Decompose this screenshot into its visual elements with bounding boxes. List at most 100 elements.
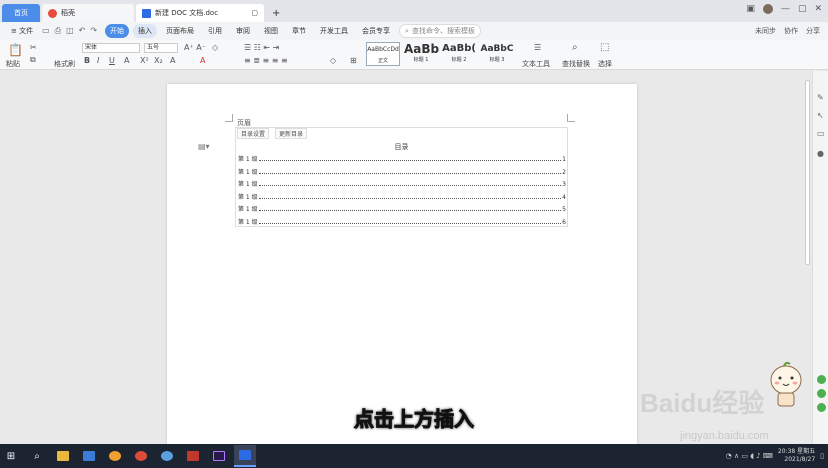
toc-settings-button[interactable]: 目录设置	[237, 128, 270, 139]
toc-row-page: 3	[562, 181, 566, 188]
border-icon[interactable]: ⊞	[350, 56, 357, 65]
menu-member[interactable]: 会员专享	[357, 24, 395, 38]
toc-dots	[258, 223, 562, 224]
sync-status[interactable]: 未同步	[755, 26, 776, 36]
panel-icon[interactable]: ▭	[817, 129, 825, 138]
find-replace-button[interactable]: 查找替换	[562, 59, 590, 69]
toc-row[interactable]: 第 1 级 6	[238, 217, 566, 226]
font-color-icon[interactable]: A	[200, 56, 205, 65]
collaborate-button[interactable]: 协作	[784, 26, 798, 36]
style-heading-1[interactable]: AaBb 标题 1	[404, 42, 439, 66]
taskbar-wps[interactable]	[234, 445, 256, 467]
taskbar-app-globe[interactable]	[156, 445, 178, 467]
paste-icon[interactable]: 📋	[8, 43, 23, 57]
format-painter-button[interactable]: 格式刷	[54, 59, 75, 69]
toc-toolbar: 目录设置 更新目录	[237, 128, 308, 139]
superscript-icon[interactable]: X²	[140, 56, 149, 65]
style-heading-3[interactable]: AaBbC 标题 3	[480, 42, 514, 66]
preview-icon[interactable]: ◫	[66, 26, 74, 36]
shading-icon[interactable]: ◇	[330, 56, 336, 65]
maximize-icon[interactable]: ▢	[798, 4, 807, 14]
tab-daoke[interactable]: 稻壳	[42, 4, 134, 22]
copy-icon[interactable]: ⧉	[30, 55, 36, 65]
cursor-icon[interactable]: ↖	[817, 111, 824, 120]
notification-icon[interactable]: ▯	[820, 452, 824, 460]
paste-button[interactable]: 粘贴	[6, 59, 20, 69]
strikethrough-icon[interactable]: A	[124, 56, 129, 65]
vertical-scrollbar[interactable]	[805, 80, 810, 265]
menu-start[interactable]: 开始	[105, 24, 130, 38]
panel-slider-icon[interactable]: ●	[817, 149, 824, 158]
menu-review[interactable]: 审阅	[231, 24, 255, 38]
globe-icon	[161, 451, 173, 461]
tray-icons[interactable]: ◔ ∧ ▭ ◖ ♪ ⌨	[726, 452, 773, 460]
highlight-icon[interactable]: A	[170, 56, 175, 65]
align-icons[interactable]: ≡ ≣ ≡ ≡ ≡	[244, 56, 288, 65]
print-icon[interactable]: ⎙	[55, 26, 61, 36]
paragraph-marker-icon[interactable]: ▤▾	[198, 142, 210, 151]
toc-dots	[258, 173, 562, 174]
premiere-icon	[213, 451, 225, 461]
undo-icon[interactable]: ↶	[79, 26, 86, 36]
toc-row-text: 第 1 级	[238, 181, 258, 188]
edit-icon[interactable]: ✎	[817, 93, 824, 102]
subscript-icon[interactable]: X₂	[154, 56, 163, 65]
cut-icon[interactable]: ✂	[30, 43, 37, 52]
taskbar-app-red[interactable]	[182, 445, 204, 467]
window-layout-icon[interactable]: ▣	[746, 4, 755, 14]
menu-file[interactable]: ≡ 文件	[6, 24, 38, 38]
font-family-select[interactable]: 宋体	[82, 43, 140, 53]
toc-update-button[interactable]: 更新目录	[275, 128, 308, 139]
style-normal[interactable]: AaBbCcDd 正文	[366, 42, 400, 66]
tab-home[interactable]: 首页	[2, 4, 40, 22]
share-button[interactable]: 分享	[806, 26, 820, 36]
toc-row[interactable]: 第 1 级 4	[238, 192, 566, 201]
style-heading-2[interactable]: AaBb(标题 2	[442, 42, 476, 66]
bullet-list-icon[interactable]: ☰ ☷ ⇤ ⇥	[244, 43, 279, 52]
toc-row-page: 4	[562, 194, 566, 201]
tab-document[interactable]: 新建 DOC 文档.doc ▢	[136, 4, 264, 22]
taskbar-chrome[interactable]	[130, 445, 152, 467]
text-tools-button[interactable]: 文本工具	[522, 59, 550, 69]
taskbar-explorer[interactable]	[52, 445, 74, 467]
italic-icon[interactable]: I	[97, 56, 99, 65]
menu-developer[interactable]: 开发工具	[315, 24, 353, 38]
start-button[interactable]: ⊞	[0, 445, 22, 467]
clear-format-icon[interactable]: ◇	[212, 43, 218, 52]
find-replace-icon: ⌕	[572, 42, 578, 53]
taskbar-premiere[interactable]	[208, 445, 230, 467]
save-icon[interactable]: ▭	[42, 26, 50, 36]
toc-row-text: 第 1 级	[238, 206, 258, 213]
add-circle-icon[interactable]	[817, 375, 826, 384]
menu-insert[interactable]: 插入	[133, 24, 158, 38]
toc-row[interactable]: 第 1 级 5	[238, 204, 566, 213]
font-grow-icon[interactable]: A⁺ A⁻	[184, 43, 206, 52]
taskbar-app-blue[interactable]	[78, 445, 100, 467]
clock[interactable]: 20:38 星期五 2021/8/27	[778, 448, 815, 464]
tab-document-label: 新建 DOC 文档.doc	[155, 9, 219, 17]
select-button[interactable]: 选择	[598, 59, 612, 69]
menu-page-layout[interactable]: 页面布局	[161, 24, 199, 38]
menu-reference[interactable]: 引用	[203, 24, 227, 38]
toc-row[interactable]: 第 1 级 2	[238, 167, 566, 176]
taskbar-app-orange[interactable]	[104, 445, 126, 467]
minus-circle-icon[interactable]	[817, 389, 826, 398]
ribbon: 📋 粘贴 ✂ ⧉ 格式刷 宋体 五号 A⁺ A⁻ ◇ B I U A X² X₂…	[0, 40, 828, 70]
avatar[interactable]	[762, 4, 773, 14]
toc-row[interactable]: 第 1 级 1	[238, 154, 566, 163]
toc-row[interactable]: 第 1 级 3	[238, 179, 566, 188]
command-search[interactable]: ⌕ 查找命令、搜索模板	[399, 24, 481, 38]
folder-icon	[57, 451, 69, 461]
search-taskbar-button[interactable]: ⌕	[26, 445, 48, 467]
font-size-select[interactable]: 五号	[144, 43, 178, 53]
close-icon[interactable]: ✕	[814, 4, 822, 14]
menu-view[interactable]: 视图	[259, 24, 283, 38]
new-tab-button[interactable]: +	[266, 4, 286, 22]
underline-icon[interactable]: U	[109, 56, 115, 65]
bold-icon[interactable]: B	[84, 56, 90, 65]
tab-close-icon[interactable]: ▢	[251, 9, 258, 17]
menu-chapter[interactable]: 章节	[287, 24, 311, 38]
redo-icon[interactable]: ↷	[90, 26, 97, 36]
minimize-icon[interactable]: —	[781, 4, 790, 14]
crop-mark	[225, 114, 233, 122]
